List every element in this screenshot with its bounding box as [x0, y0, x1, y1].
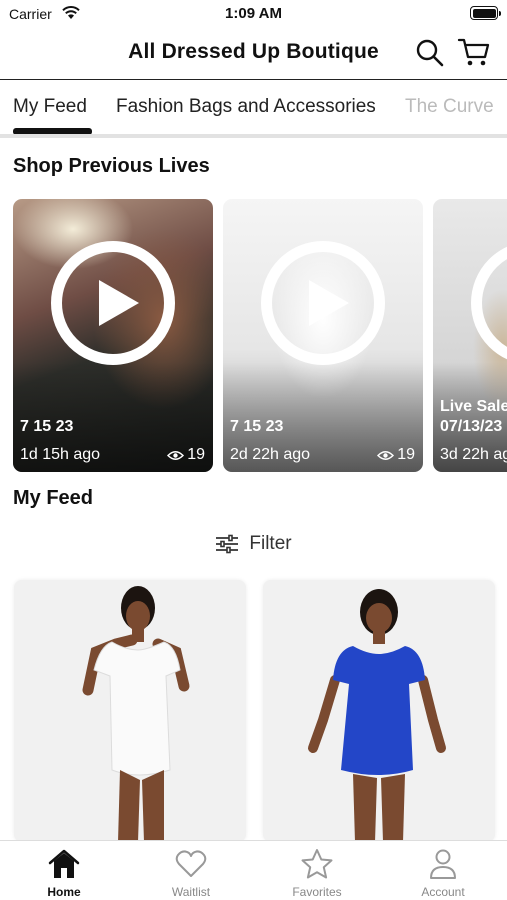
- status-bar: Carrier 1:09 AM: [0, 0, 507, 28]
- live-title: Live Sale 07/13/23: [440, 398, 507, 435]
- product-card[interactable]: [263, 580, 495, 842]
- tab-the-curve[interactable]: The Curve: [405, 96, 494, 118]
- tabbar-favorites[interactable]: Favorites: [267, 847, 367, 899]
- tabbar-waitlist[interactable]: Waitlist: [141, 847, 241, 899]
- category-tabs: My Feed Fashion Bags and Accessories The…: [0, 82, 507, 136]
- eye-icon: [167, 450, 185, 460]
- tabbar-label: Favorites: [292, 885, 342, 899]
- product-image: [263, 580, 495, 842]
- tabbar-label: Home: [47, 885, 81, 899]
- tabbar-home[interactable]: Home: [14, 847, 114, 899]
- tab-my-feed[interactable]: My Feed: [13, 96, 87, 118]
- tabs-divider: [0, 134, 507, 138]
- view-count: 19: [167, 446, 205, 464]
- live-age: 3d 22h ago: [440, 446, 507, 463]
- filter-button[interactable]: Filter: [0, 533, 507, 555]
- cart-icon[interactable]: [457, 36, 491, 68]
- live-age: 1d 15h ago: [20, 446, 101, 463]
- play-button[interactable]: [261, 241, 385, 365]
- bottom-tab-bar: Home Waitlist Favorites Account: [0, 840, 507, 900]
- live-card[interactable]: Live Sale07/13/23 3d 22h ago: [433, 199, 507, 472]
- sliders-icon: [216, 534, 239, 554]
- product-image: [14, 580, 246, 842]
- play-button[interactable]: [51, 241, 175, 365]
- tab-fashion-bags[interactable]: Fashion Bags and Accessories: [116, 96, 376, 118]
- view-count: 19: [377, 446, 415, 464]
- clock: 1:09 AM: [225, 5, 282, 22]
- search-icon[interactable]: [415, 38, 445, 68]
- feed-title: My Feed: [13, 487, 94, 509]
- product-card[interactable]: [14, 580, 246, 842]
- live-card[interactable]: 7 15 23 2d 22h ago 19: [223, 199, 423, 472]
- home-icon: [48, 849, 80, 878]
- live-title: 7 15 23: [230, 418, 284, 435]
- filter-label: Filter: [249, 533, 292, 554]
- app-header: All Dressed Up Boutique: [0, 28, 507, 80]
- battery-icon: [470, 6, 501, 20]
- tabbar-label: Account: [421, 885, 465, 899]
- live-title: 7 15 23: [20, 418, 74, 435]
- previous-lives-title: Shop Previous Lives: [13, 155, 210, 177]
- tabbar-account[interactable]: Account: [393, 847, 493, 899]
- person-icon: [430, 849, 456, 879]
- star-icon: [301, 849, 333, 879]
- live-age: 2d 22h ago: [230, 446, 311, 463]
- tabbar-label: Waitlist: [171, 885, 211, 899]
- live-card[interactable]: 7 15 23 1d 15h ago 19: [13, 199, 213, 472]
- heart-icon: [175, 850, 207, 877]
- eye-icon: [377, 450, 395, 460]
